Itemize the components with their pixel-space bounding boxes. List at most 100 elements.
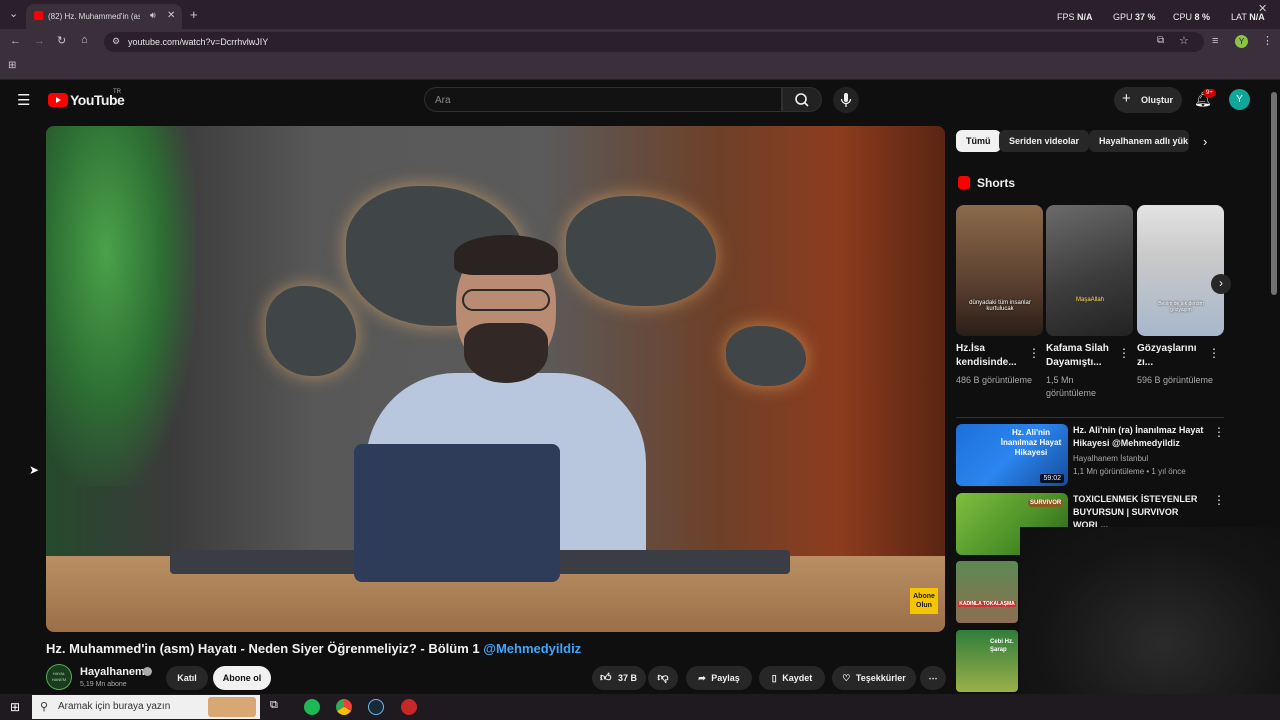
thanks-label: Teşekkürler: [855, 673, 906, 683]
thumbs-down-icon: 👎︎: [657, 672, 669, 684]
chip-channel[interactable]: Hayalhanem adlı yük: [1089, 130, 1189, 152]
super-thanks-icon: ♡: [842, 673, 851, 683]
short-thumbnail[interactable]: Benim de sık derdim gözyaşım: [1137, 205, 1224, 336]
fps-label: FPS: [1057, 12, 1075, 22]
taskbar-search-input[interactable]: ⚲ Aramak için buraya yazın: [32, 695, 260, 719]
youtube-logo-icon[interactable]: [48, 93, 68, 107]
search-button[interactable]: [782, 87, 822, 112]
url-field[interactable]: ⚙ youtube.com/watch?v=DcrrhvlwJIY ⧉ ☆: [104, 32, 1204, 52]
home-icon[interactable]: ⌂: [81, 35, 88, 46]
chip-series[interactable]: Seriden videolar: [999, 130, 1090, 152]
join-button[interactable]: Katıl: [166, 666, 208, 690]
apps-grid-icon[interactable]: ⊞: [8, 61, 16, 71]
related-video-meta: 1,1 Mn görüntüleme • 1 yıl önce: [1073, 467, 1186, 476]
windows-start-icon[interactable]: ⊞: [10, 700, 20, 714]
cpu-value: 8 %: [1194, 12, 1211, 22]
short-title[interactable]: Hz.İsa kendisinde...: [956, 342, 1034, 370]
related-video-title[interactable]: Hz. Ali'nin (ra) İnanılmaz Hayat Hikayes…: [1073, 424, 1211, 450]
like-count: 37 B: [618, 673, 638, 683]
related-video-menu-icon[interactable]: ⋮: [1213, 426, 1225, 438]
title-channel-handle[interactable]: @Mehmedyildiz: [483, 641, 581, 656]
tab-close-icon[interactable]: ✕: [167, 10, 175, 21]
dislike-button[interactable]: 👎︎: [648, 666, 678, 690]
url-text: youtube.com/watch?v=DcrrhvlwJIY: [128, 37, 269, 47]
thanks-button[interactable]: ♡ Teşekkürler: [832, 666, 916, 690]
related-video-thumbnail[interactable]: Cebi Hz. Şarap: [956, 630, 1018, 692]
verified-badge-icon: [143, 667, 152, 676]
shorts-next-icon[interactable]: ›: [1211, 274, 1231, 294]
video-title-text: Hz. Muhammed'in (asm) Hayatı - Neden Siy…: [46, 641, 480, 656]
account-avatar[interactable]: Y: [1229, 89, 1250, 110]
plus-icon: +: [1122, 90, 1131, 107]
short-menu-icon[interactable]: ⋮: [1208, 347, 1220, 359]
like-button[interactable]: 👍︎ 37 B: [592, 666, 646, 690]
tab-audio-icon[interactable]: 🔊︎: [150, 10, 156, 21]
forward-icon[interactable]: →: [34, 36, 45, 47]
glasses: [462, 289, 550, 311]
thumb-text: Hz. Ali'nin İnanılmaz Hayat Hikayesi: [1000, 428, 1062, 457]
subscribe-button[interactable]: Abone ol: [213, 666, 271, 690]
save-button[interactable]: ▯ Kaydet: [759, 666, 825, 690]
save-label: Kaydet: [782, 673, 813, 683]
more-actions-button[interactable]: ⋯: [920, 666, 946, 690]
windows-taskbar: ⊞ ⚲ Aramak için buraya yazın ⧉: [0, 694, 1280, 720]
search-highlight-image: [208, 697, 256, 717]
steam-icon[interactable]: [368, 699, 384, 715]
create-button[interactable]: + Oluştur: [1114, 87, 1182, 113]
chip-next-icon[interactable]: ›: [1203, 134, 1207, 149]
fps-indicator: FPS N/A: [1057, 12, 1093, 22]
voice-search-button[interactable]: [833, 87, 859, 113]
subscribe-overlay-tag[interactable]: Abone Olun: [910, 588, 938, 614]
bookmarks-bar: ⊞: [0, 55, 1280, 80]
presenter-beard: [464, 323, 548, 383]
tab-list-chevron-icon[interactable]: ⌄: [9, 9, 18, 20]
new-tab-icon[interactable]: +: [190, 8, 198, 21]
chip-all[interactable]: Tümü: [956, 130, 1001, 152]
browser-menu-icon[interactable]: ⋮: [1262, 36, 1273, 47]
back-icon[interactable]: ←: [10, 36, 21, 47]
search-input[interactable]: Ara: [424, 87, 782, 112]
region-code: TR: [113, 89, 121, 95]
install-app-icon[interactable]: ⧉: [1157, 35, 1164, 46]
scrollbar-thumb[interactable]: [1271, 92, 1277, 295]
short-menu-icon[interactable]: ⋮: [1118, 347, 1130, 359]
short-title[interactable]: Gözyaşlarını zı...: [1137, 342, 1215, 370]
taskbar-search-icon: ⚲: [40, 701, 49, 713]
channel-name[interactable]: Hayalhanem: [80, 666, 145, 678]
window-close-icon[interactable]: ✕: [1258, 4, 1267, 15]
video-player[interactable]: Abone Olun: [46, 126, 945, 632]
share-button[interactable]: ➦ Paylaş: [686, 666, 752, 690]
related-video-thumbnail[interactable]: Hz. Ali'nin İnanılmaz Hayat Hikayesi 59:…: [956, 424, 1068, 486]
short-title[interactable]: Kafama Silah Dayamıştı...: [1046, 342, 1124, 370]
reload-icon[interactable]: ↻: [57, 36, 66, 47]
short-thumbnail[interactable]: MaşaAllah: [1046, 205, 1133, 336]
share-label: Paylaş: [711, 673, 740, 683]
related-video-channel[interactable]: Hayalhanem İstanbul: [1073, 453, 1148, 465]
shorts-heading: Shorts: [977, 176, 1016, 190]
browser-tab-strip: ⌄ (82) Hz. Muhammed'in (asm 🔊︎ ✕ + FPS N…: [0, 0, 1280, 29]
related-video-thumbnail[interactable]: KADINLA TOKALAŞMA: [956, 561, 1018, 623]
site-info-icon[interactable]: ⚙: [112, 36, 120, 47]
share-icon: ➦: [698, 673, 706, 683]
related-video-menu-icon[interactable]: ⋮: [1213, 494, 1225, 506]
video-title: Hz. Muhammed'in (asm) Hayatı - Neden Siy…: [46, 641, 581, 656]
profile-avatar-icon[interactable]: Y: [1235, 35, 1248, 48]
short-menu-icon[interactable]: ⋮: [1028, 347, 1040, 359]
short-thumbnail[interactable]: dünyadaki tüm insanlar kurtulucak: [956, 205, 1043, 336]
channel-avatar[interactable]: HAYAL HANEM: [46, 664, 72, 690]
subscribe-label: Abone ol: [222, 673, 262, 683]
bookmark-star-icon[interactable]: ☆: [1179, 34, 1189, 47]
short-views: 486 B görüntüleme: [956, 375, 1033, 385]
spotify-icon[interactable]: [304, 699, 320, 715]
chrome-icon[interactable]: [336, 699, 352, 715]
tablet-device: [354, 444, 560, 582]
lat-label: LAT: [1231, 12, 1247, 22]
task-view-icon[interactable]: ⧉: [270, 699, 278, 712]
app-icon[interactable]: [401, 699, 417, 715]
thumb-text: KADINLA TOKALAŞMA: [958, 601, 1016, 607]
hamburger-menu-icon[interactable]: ☰: [17, 91, 30, 109]
reading-list-icon[interactable]: ≡: [1212, 36, 1218, 47]
thumb-text: Cebi Hz. Şarap: [990, 639, 1014, 653]
gpu-value: 37 %: [1135, 12, 1156, 22]
browser-tab[interactable]: (82) Hz. Muhammed'in (asm 🔊︎ ✕: [26, 4, 182, 29]
